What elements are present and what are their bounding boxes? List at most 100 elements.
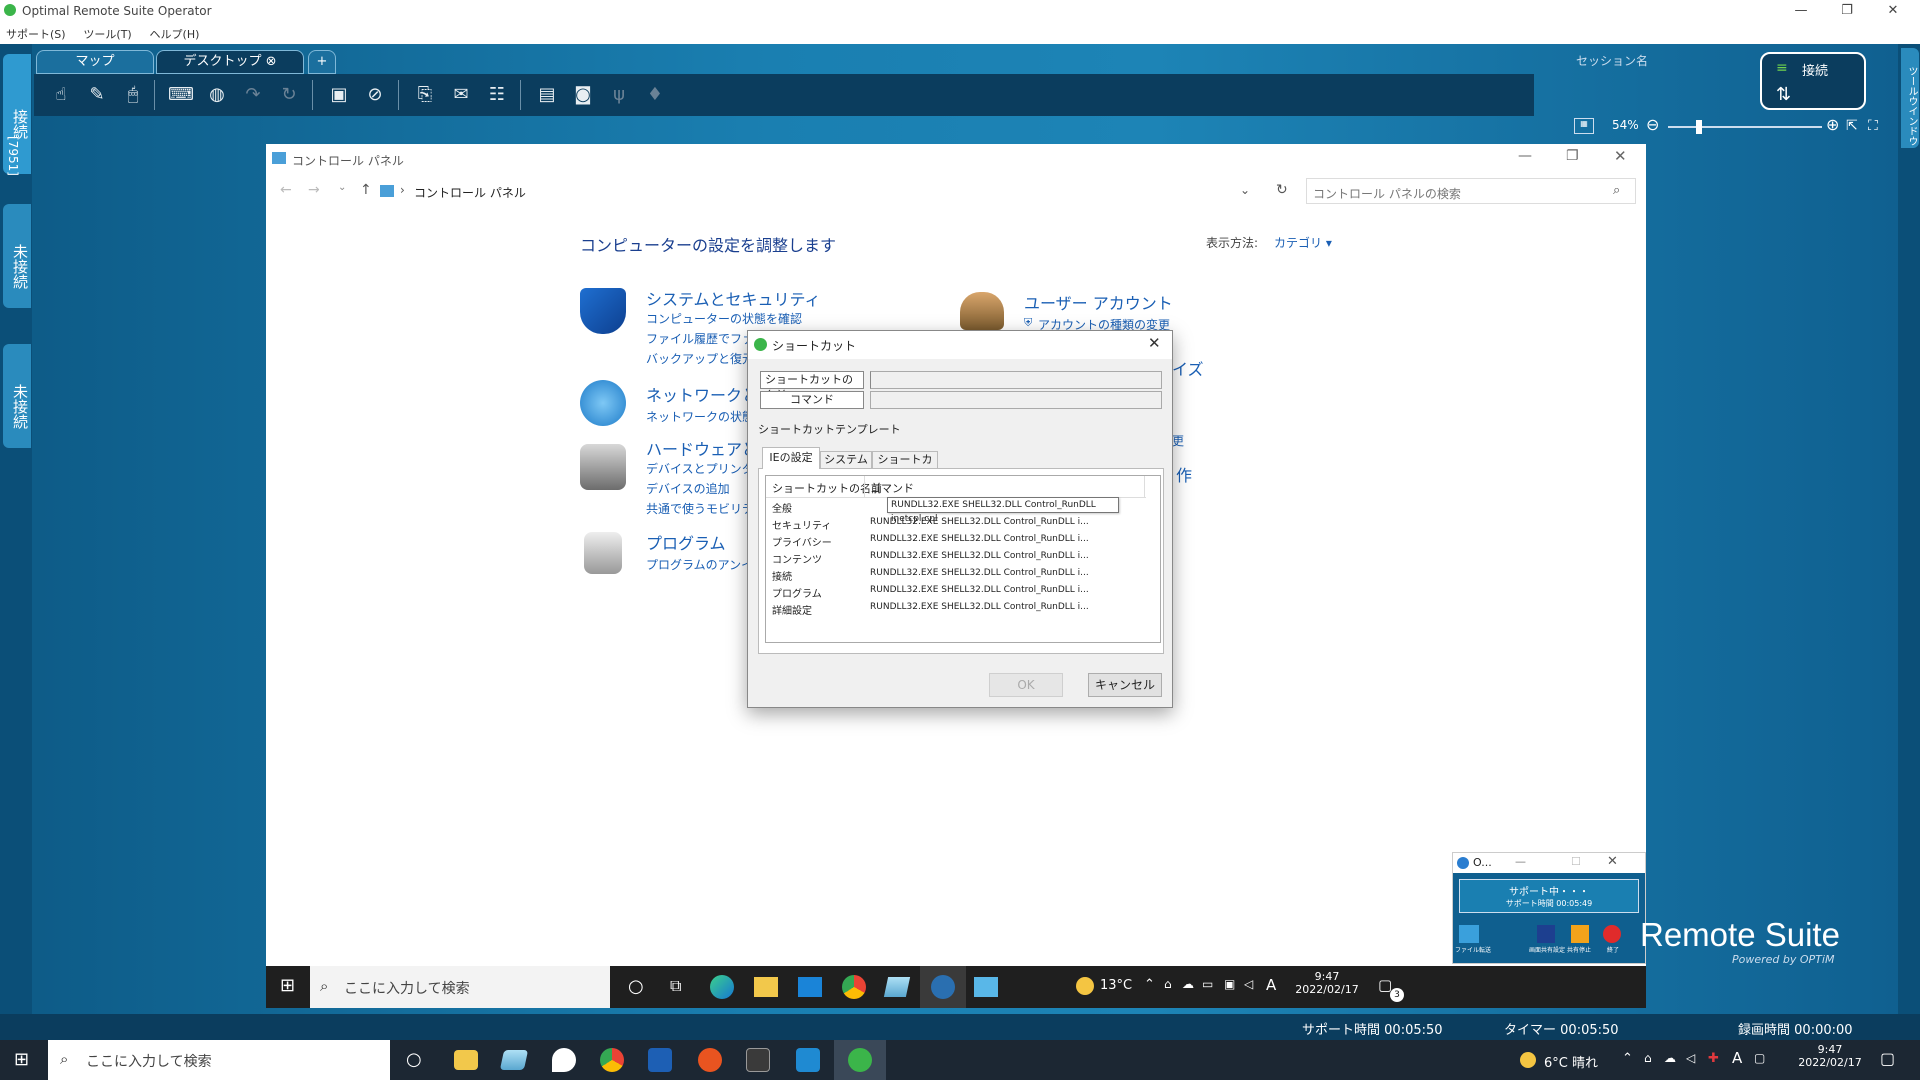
tab-desktop[interactable]: デスクトップ ⊗	[156, 50, 304, 74]
rail-tab-unconnected-2[interactable]: 未接続	[3, 344, 31, 448]
menu-tools[interactable]: ツール(T)	[83, 26, 131, 42]
remote-search-box[interactable]: ⌕ ここに入力して検索	[310, 966, 610, 1008]
tray-chevron-icon[interactable]: ⌃	[1144, 977, 1155, 992]
tool-window-tab[interactable]: ツールウインドウ	[1901, 48, 1919, 148]
transfer-icon[interactable]: ⇅	[1776, 84, 1791, 105]
optim-operator-icon[interactable]	[848, 1048, 872, 1072]
minimize-icon[interactable]: —	[1778, 0, 1824, 22]
link-backup-restore[interactable]: バックアップと復元 (	[646, 350, 763, 367]
optim-minimize-icon[interactable]: —	[1515, 855, 1526, 868]
ubuntu-icon[interactable]	[698, 1048, 722, 1072]
end-session-icon[interactable]	[1603, 925, 1621, 943]
terminal-icon[interactable]	[746, 1048, 770, 1072]
tray-chevron-icon[interactable]: ⌃	[1622, 1051, 1633, 1066]
table-row[interactable]: プライバシー RUNDLL32.EXE SHELL32.DLL Control_R…	[766, 534, 1146, 549]
restore-icon[interactable]: ❐	[1824, 0, 1870, 22]
partial-link[interactable]: 更	[1172, 432, 1184, 449]
dialog-close-icon[interactable]: ✕	[1148, 334, 1161, 352]
command-field[interactable]	[870, 391, 1162, 409]
pen-icon[interactable]: ✎	[84, 83, 110, 107]
file-transfer-icon[interactable]	[1459, 925, 1479, 943]
rail-tab-unconnected-1[interactable]: 未接続	[3, 204, 31, 308]
tab-shortcut[interactable]: ショートカット	[872, 451, 938, 482]
remote-ime[interactable]: A	[1266, 976, 1276, 994]
explorer-icon[interactable]	[454, 1050, 478, 1070]
category-user-accounts[interactable]: ユーザー アカウント	[1024, 290, 1173, 314]
cancel-button[interactable]: キャンセル	[1088, 673, 1162, 697]
zoom-out-icon[interactable]: ⊖	[1646, 115, 1659, 134]
tab-ie-settings[interactable]: IEの設定	[762, 447, 820, 469]
close-icon[interactable]: ✕	[1870, 0, 1916, 22]
up-icon[interactable]: ↑	[360, 182, 372, 198]
cortana-icon[interactable]: ○	[406, 1049, 422, 1070]
table-row[interactable]: セキュリティ RUNDLL32.EXE SHELL32.DLL Control_R…	[766, 517, 1146, 532]
clipboard-icon[interactable]: ⎘	[412, 83, 438, 107]
windows-start-icon[interactable]: ⊞	[14, 1049, 29, 1070]
partial-appearance[interactable]: イズ	[1172, 356, 1204, 380]
address-box[interactable]: › コントロール パネル ⌄	[380, 178, 1262, 204]
chrome-icon[interactable]	[842, 975, 866, 999]
tray-security-icon[interactable]: ✚	[1708, 1051, 1719, 1066]
local-weather[interactable]: 6°C 晴れ	[1544, 1052, 1598, 1071]
monitor-icon[interactable]: ▣	[326, 83, 352, 107]
ok-button[interactable]: OK	[989, 673, 1063, 697]
camera-icon[interactable]: ◙	[570, 83, 596, 107]
link-check-status[interactable]: コンピューターの状態を確認	[646, 310, 802, 327]
weather-icon[interactable]	[1520, 1052, 1536, 1068]
column-name[interactable]: ショートカットの名前	[772, 480, 882, 496]
pause-share-icon[interactable]	[1571, 925, 1589, 943]
remote-weather[interactable]: 13°C	[1100, 978, 1132, 993]
shortcut-name-field[interactable]	[870, 371, 1162, 389]
notepad-icon[interactable]	[883, 977, 911, 997]
network-icon[interactable]: ☷	[484, 83, 510, 107]
optim-close-icon[interactable]: ✕	[1607, 854, 1618, 869]
zoom-in-icon[interactable]: ⊕	[1826, 115, 1839, 134]
fit-window-icon[interactable]: ⇱	[1846, 118, 1858, 134]
powershell-icon[interactable]	[648, 1048, 672, 1072]
tray-network-icon[interactable]: ▣	[1224, 977, 1235, 991]
mail-icon[interactable]	[798, 977, 822, 997]
category-programs[interactable]: プログラム	[646, 530, 726, 554]
local-ime[interactable]: A	[1732, 1049, 1742, 1067]
tray-cloud-icon[interactable]: ☁	[1182, 977, 1194, 991]
cp-close-icon[interactable]: ✕	[1614, 147, 1627, 165]
tab-map[interactable]: マップ	[36, 50, 154, 74]
tray-volume-icon[interactable]: ◁	[1686, 1051, 1695, 1065]
zoom-slider-track[interactable]	[1668, 126, 1822, 128]
category-system-security[interactable]: システムとセキュリティ	[646, 286, 821, 310]
table-row[interactable]: 接続 RUNDLL32.EXE SHELL32.DLL Control_RunDL…	[766, 568, 1146, 583]
tray-battery-icon[interactable]: ▭	[1202, 977, 1213, 991]
recent-dropdown-icon[interactable]: ⌄	[338, 182, 346, 193]
cp-restore-icon[interactable]: ❐	[1566, 148, 1579, 164]
connect-panel[interactable]: ≡ 接続 ⇅	[1760, 52, 1866, 110]
cp-minimize-icon[interactable]: —	[1518, 148, 1532, 164]
windows-start-icon[interactable]: ⊞	[280, 976, 300, 996]
task-view-icon[interactable]: ⧉	[670, 976, 681, 996]
table-row[interactable]: 詳細設定 RUNDLL32.EXE SHELL32.DLL Control_Run…	[766, 602, 1146, 617]
mail-icon[interactable]: ✉	[448, 83, 474, 107]
tray-device-icon[interactable]: ⌂	[1644, 1051, 1652, 1065]
fullscreen-icon[interactable]: ⛶	[1868, 118, 1878, 134]
column-command[interactable]: コマンド	[870, 480, 914, 496]
pointer-icon[interactable]: ☝	[48, 83, 74, 107]
remote-clock[interactable]: 9:47 2022/02/17	[1292, 970, 1362, 996]
link-add-device[interactable]: デバイスの追加	[646, 480, 730, 497]
tray-device-icon[interactable]: ⌂	[1164, 977, 1172, 991]
http-icon[interactable]: ◍	[204, 83, 230, 107]
forward-icon[interactable]: →	[308, 182, 320, 198]
search-icon[interactable]: ⌕	[1613, 183, 1620, 198]
tab-system[interactable]: システム	[820, 451, 872, 469]
optim-task-icon[interactable]	[931, 975, 955, 999]
menu-support[interactable]: サポート(S)	[6, 26, 66, 42]
menu-help[interactable]: ヘルプ(H)	[150, 26, 200, 42]
refresh-icon[interactable]: ↻	[1276, 182, 1288, 198]
zoom-slider-thumb[interactable]	[1695, 120, 1702, 134]
local-clock[interactable]: 9:47 2022/02/17	[1790, 1043, 1870, 1069]
mouse-icon[interactable]: 🖱	[120, 83, 146, 107]
close-tab-icon[interactable]: ⊗	[266, 54, 277, 69]
cp-search-input[interactable]: コントロール パネルの検索 ⌕	[1306, 178, 1636, 204]
keyboard-icon[interactable]: ⌨	[168, 83, 194, 107]
vscode-icon[interactable]	[796, 1048, 820, 1072]
back-icon[interactable]: ←	[280, 182, 292, 198]
maps-icon[interactable]	[552, 1048, 576, 1072]
